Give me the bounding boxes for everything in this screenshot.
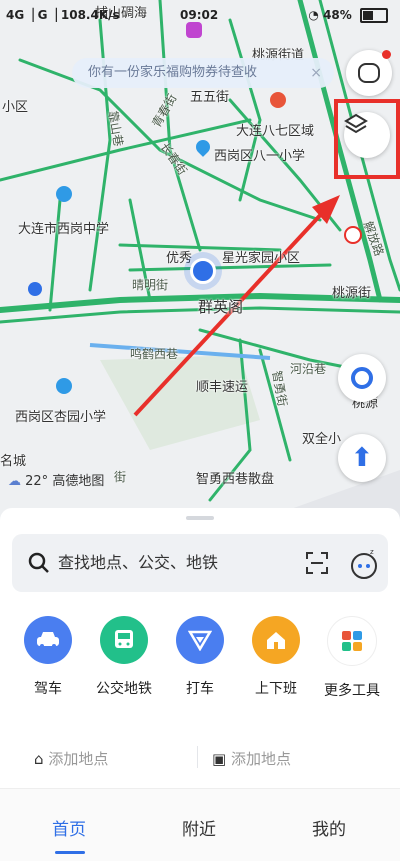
no-entry-icon [344,226,362,244]
battery-icon [360,8,388,23]
more-tools-icon [327,616,377,666]
notification-dot [382,50,391,59]
close-icon[interactable]: × [310,58,322,88]
tool-label: 公交地铁 [96,681,152,697]
bus-icon [100,616,148,664]
divider [197,746,198,768]
saved-places: ⌂ 添加地点 ▣ 添加地点 [0,734,400,782]
locate-me-button[interactable] [338,354,386,402]
map-label: 鸣鹤西巷 [130,347,179,361]
search-bar[interactable]: 查找地点、公交、地铁 z [12,534,388,592]
route-button[interactable]: ⬆ [338,434,386,482]
cloud-icon: ☁ [8,474,21,489]
map-label: 晴明街 [132,278,169,292]
scan-icon[interactable] [306,552,328,574]
poi-school-icon[interactable] [56,378,72,394]
notice-text: 你有一份家乐福购物券待查收 [88,65,258,80]
tab-mine[interactable]: 我的 [312,815,346,840]
tool-drive[interactable]: 驾车 [13,616,83,698]
map-label: 双全小 [302,432,342,447]
battery-indicator: ◔ 48% [308,8,388,23]
search-input[interactable]: 查找地点、公交、地铁 [58,534,218,592]
map-label: 西岗区八一小学 [214,149,306,164]
tool-commute[interactable]: 上下班 [241,616,311,698]
tab-nearby[interactable]: 附近 [182,815,216,840]
taxi-icon [176,616,224,664]
map-label: 优秀 [166,251,193,266]
map-label: 星光家园小区 [222,251,301,266]
svg-text:z: z [370,548,374,556]
map-label: 河沿巷 [290,362,327,376]
add-home-place[interactable]: ⌂ 添加地点 [34,748,108,769]
poi-hospital-icon[interactable] [270,92,286,108]
weather-widget: ☁ 22° 高德地图 [8,470,104,489]
sheet-drag-handle[interactable] [186,516,214,520]
promo-notice-banner[interactable]: 你有一份家乐福购物券待查收 × [72,58,334,88]
weather-temp: 22° [25,474,49,489]
map-label: 顺丰速运 [196,380,249,395]
tool-transit[interactable]: 公交地铁 [89,616,159,698]
wifi-icon: ◔ [308,8,319,22]
tool-label: 更多工具 [324,683,380,699]
briefcase-icon: ▣ [212,750,227,768]
current-location-marker [190,258,216,284]
active-tab-indicator [55,851,85,854]
bottom-sheet: 查找地点、公交、地铁 z 驾车 公交地铁 打车 上下班 更多工具 ⌂ 添加地点 … [0,508,400,861]
map-view[interactable]: 捕山碉海 五五街 桃源街道 小区 大连八七区域 青春街 靠山巷 西岗区八一小学 … [0,0,400,520]
map-label: 群英阁 [198,298,244,316]
status-bar: 4G▕ G▕ 108.4K/s 09:02 ◔ 48% [0,0,400,32]
map-label: 大连八七区域 [236,124,315,139]
home-icon: ⌂ [34,750,44,768]
poi-station-icon[interactable] [28,282,42,296]
locate-icon [351,367,373,389]
bottom-tab-bar: 首页 附近 我的 [0,788,400,861]
map-label: 名城 [0,454,27,469]
map-label: 大连市西岗中学 [18,222,110,237]
route-arrow-icon: ⬆ [351,443,373,473]
map-label: 小区 [2,100,29,115]
highlight-box [334,99,400,179]
map-label: 街 [114,470,127,484]
tool-label: 上下班 [255,681,297,697]
message-button[interactable] [346,50,392,96]
quick-tools: 驾车 公交地铁 打车 上下班 更多工具 [0,616,400,706]
map-source: 高德地图 [52,474,105,489]
tool-label: 驾车 [34,681,62,697]
status-time: 09:02 [180,8,219,22]
map-label: 智勇西巷散盘 [196,472,275,487]
poi-school-icon[interactable] [56,186,72,202]
signal-indicator: 4G▕ G▕ 108.4K/s [6,8,120,22]
map-label: 西岗区杏园小学 [15,410,107,425]
tool-taxi[interactable]: 打车 [165,616,235,698]
map-label: 五五街 [190,90,230,105]
tool-label: 打车 [186,681,214,697]
commute-icon [252,616,300,664]
voice-assistant-icon[interactable]: z [350,546,378,580]
tab-home[interactable]: 首页 [52,815,86,840]
map-label: 桃源街 [332,286,372,301]
add-work-place[interactable]: ▣ 添加地点 [212,748,291,769]
car-icon [24,616,72,664]
tool-more[interactable]: 更多工具 [317,616,387,700]
network-speed: 108.4K/s [60,8,120,22]
message-icon [358,63,380,83]
search-icon [28,552,49,573]
